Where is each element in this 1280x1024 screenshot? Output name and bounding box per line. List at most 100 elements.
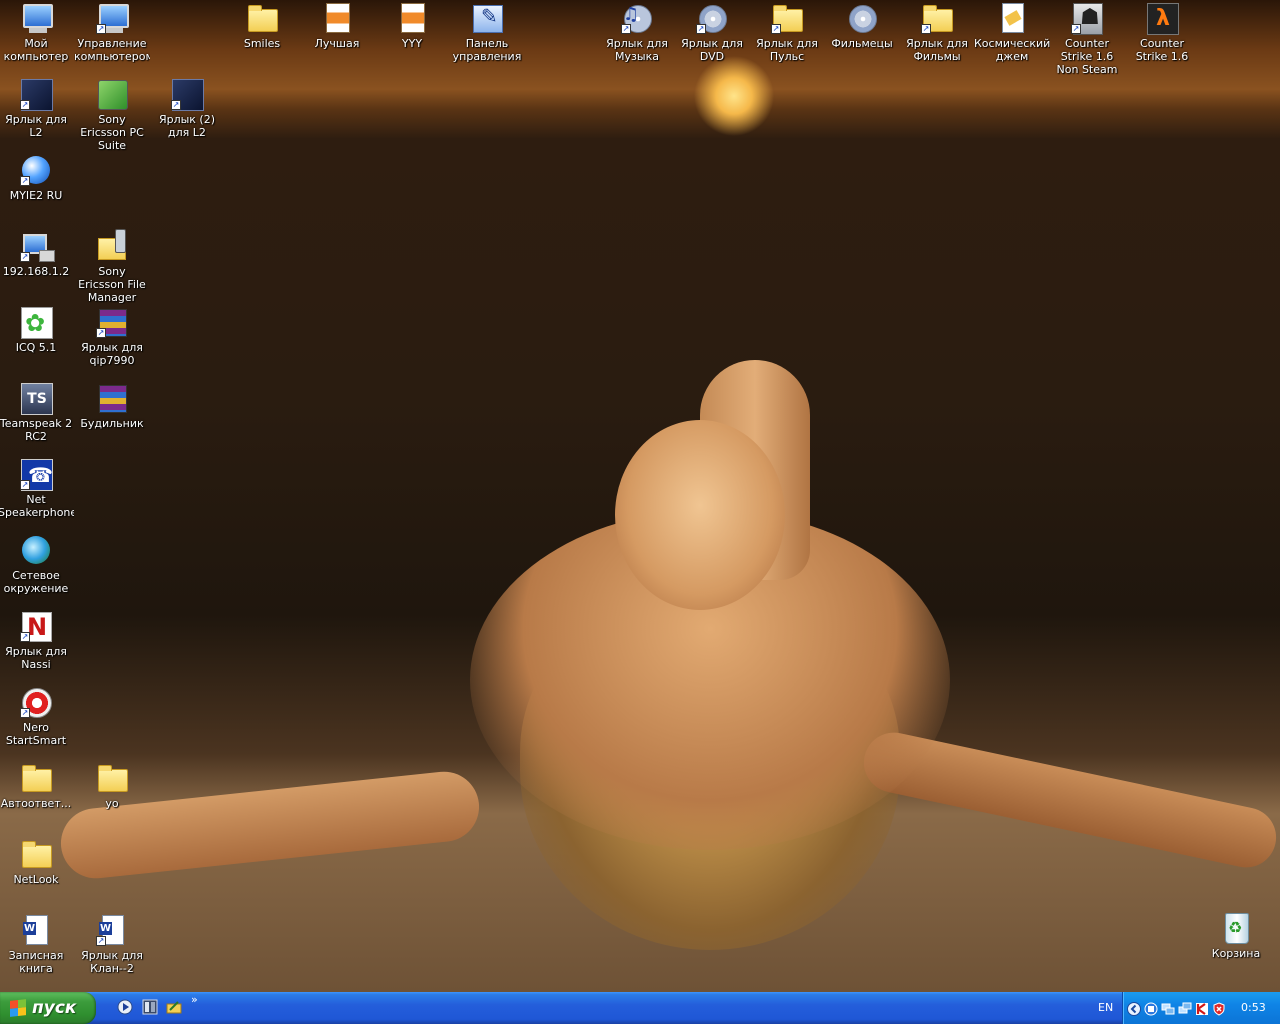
desktop-icon-cs-non-steam[interactable]: ↗ Counter Strike 1.6 Non Steam bbox=[1049, 2, 1125, 76]
desktop-icon-smiles[interactable]: Smiles bbox=[224, 2, 300, 50]
teamspeak-icon: TS bbox=[20, 382, 53, 415]
desktop-icon-label: YYY bbox=[401, 37, 423, 50]
desktop-icon-netlook[interactable]: NetLook bbox=[0, 838, 74, 886]
desktop-icon-yo[interactable]: yo bbox=[74, 762, 150, 810]
folder-arrow-icon[interactable] bbox=[166, 999, 182, 1015]
desktop-icon-music-shortcut[interactable]: ↗ Ярлык для Музыка bbox=[599, 2, 675, 63]
desktop-icon-sony-file-manager[interactable]: Sony Ericsson File Manager bbox=[74, 229, 150, 304]
desktop-icon-control-panel[interactable]: Панель управления bbox=[449, 2, 525, 63]
winrar-archive-icon bbox=[96, 382, 128, 414]
folder-icon bbox=[20, 762, 52, 794]
desktop-icon-network-computer[interactable]: ↗ 192.168.1.2 bbox=[0, 230, 74, 278]
image-file-icon bbox=[321, 2, 353, 34]
control-panel-icon bbox=[471, 2, 503, 34]
desktop-icon-label: Космический джем bbox=[974, 37, 1050, 63]
desktop-icon-l2-shortcut[interactable]: ↗ Ярлык для L2 bbox=[0, 78, 74, 139]
desktop-icon-label: Sony Ericsson File Manager bbox=[78, 265, 146, 304]
desktop-icon-sony-pc-suite[interactable]: Sony Ericsson PC Suite bbox=[74, 78, 150, 152]
desktop-icon-filmetsy[interactable]: Фильмецы bbox=[824, 2, 900, 50]
folder-icon: ↗ bbox=[921, 2, 953, 34]
folder-icon bbox=[96, 762, 128, 794]
desktop-icon-label: Лучшая bbox=[314, 37, 360, 50]
phone-icon: ↗ bbox=[20, 458, 53, 491]
windows-logo-icon bbox=[10, 999, 26, 1017]
desktop-icon-l2-shortcut-2[interactable]: ↗ Ярлык (2) для L2 bbox=[149, 78, 225, 139]
desktop-icon-label: 192.168.1.2 bbox=[2, 265, 70, 278]
computer-management-icon: ↗ bbox=[96, 2, 129, 34]
desktop-icon-kosmicheskiy-dzhem[interactable]: Космический джем bbox=[974, 2, 1050, 63]
desktop-icon-my-computer[interactable]: Мой компьютер bbox=[0, 2, 74, 63]
desktop-icon-label: Записная книга bbox=[8, 949, 64, 975]
antivirus-tray-icon[interactable] bbox=[1195, 1001, 1209, 1015]
desktop-icon-nassi-shortcut[interactable]: N ↗ Ярлык для Nassi bbox=[0, 610, 74, 671]
desktop-icon-teamspeak[interactable]: TS Teamspeak 2 RC2 bbox=[0, 382, 74, 443]
desktop-tiles-icon[interactable] bbox=[142, 999, 158, 1015]
desktop-icon-klan-shortcut[interactable]: ↗ Ярлык для Клан--2 bbox=[74, 914, 150, 975]
desktop-icon-icq[interactable]: ICQ 5.1 bbox=[0, 306, 74, 354]
dvd-drive-icon: ↗ bbox=[696, 2, 728, 34]
shield-tray-icon[interactable] bbox=[1212, 1001, 1226, 1016]
phone-folder-icon bbox=[96, 229, 128, 262]
desktop-icon-avtootvet[interactable]: Автоответ... bbox=[0, 762, 74, 810]
taskbar-clock[interactable]: 0:53 bbox=[1241, 1001, 1266, 1014]
desktop-icon-budilnik[interactable]: Будильник bbox=[74, 382, 150, 430]
language-indicator[interactable]: EN bbox=[1098, 1001, 1113, 1014]
cd-drive-icon bbox=[846, 2, 878, 34]
icq-flower-icon bbox=[20, 306, 53, 339]
desktop-icon-qip-shortcut[interactable]: ↗ Ярлык для qip7990 bbox=[74, 306, 150, 367]
desktop-icon-label: yo bbox=[105, 797, 119, 810]
myie2-browser-icon: ↗ bbox=[20, 154, 52, 186]
desktop-icon-label: ICQ 5.1 bbox=[15, 341, 57, 354]
desktop-icon-label: Управление компьютером bbox=[74, 37, 150, 63]
desktop-icon-puls-shortcut[interactable]: ↗ Ярлык для Пульс bbox=[749, 2, 825, 63]
desktop[interactable]: Мой компьютер ↗ Управление компьютером S… bbox=[0, 0, 1280, 992]
desktop-icon-label: Ярлык для Клан--2 bbox=[81, 949, 143, 975]
desktop-icon-label: Counter Strike 1.6 Non Steam bbox=[1056, 37, 1118, 76]
network-tray-icon-2[interactable] bbox=[1178, 1001, 1192, 1015]
media-file-icon bbox=[996, 2, 1028, 34]
desktop-icon-dvd-shortcut[interactable]: ↗ Ярлык для DVD bbox=[674, 2, 750, 63]
desktop-icon-luchshaya[interactable]: Лучшая bbox=[299, 2, 375, 50]
desktop-icon-label: Ярлык для Фильмы bbox=[906, 37, 968, 63]
winrar-archive-icon: ↗ bbox=[96, 306, 128, 338]
wallpaper-figure bbox=[615, 420, 785, 610]
desktop-icon-label: Панель управления bbox=[452, 37, 522, 63]
desktop-icon-recycle-bin[interactable]: Корзина bbox=[1198, 912, 1274, 960]
desktop-icon-computer-management[interactable]: ↗ Управление компьютером bbox=[74, 2, 150, 63]
desktop-icon-label: Ярлык для Nassi bbox=[5, 645, 67, 671]
word-document-icon bbox=[20, 914, 52, 946]
desktop-icon-filmy-shortcut[interactable]: ↗ Ярлык для Фильмы bbox=[899, 2, 975, 63]
music-icon: ↗ bbox=[621, 2, 653, 34]
desktop-icon-nero[interactable]: ↗ Nero StartSmart bbox=[0, 686, 74, 747]
start-button[interactable]: пуск bbox=[0, 992, 96, 1024]
network-places-icon bbox=[20, 534, 52, 566]
desktop-icon-label: Smiles bbox=[243, 37, 281, 50]
desktop-icon-label: Ярлык (2) для L2 bbox=[158, 113, 216, 139]
desktop-icon-myie2[interactable]: ↗ MYIE2 RU bbox=[0, 154, 74, 202]
desktop-icon-zapisnaya-kniga[interactable]: Записная книга bbox=[0, 914, 74, 975]
desktop-icon-label: Мой компьютер bbox=[3, 37, 69, 63]
tray-expand-icon[interactable] bbox=[1127, 1001, 1141, 1016]
desktop-icon-label: Сетевое окружение bbox=[3, 569, 69, 595]
desktop-icon-label: Ярлык для Музыка bbox=[606, 37, 668, 63]
desktop-icon-cs-16[interactable]: λ Counter Strike 1.6 bbox=[1124, 2, 1200, 63]
desktop-icon-label: Ярлык для DVD bbox=[681, 37, 743, 63]
desktop-icon-label: NetLook bbox=[13, 873, 59, 886]
sony-ericsson-pc-suite-icon bbox=[96, 78, 128, 110]
desktop-icon-network-places[interactable]: Сетевое окружение bbox=[0, 534, 74, 595]
myie-tray-icon[interactable] bbox=[1144, 1001, 1158, 1016]
desktop-icon-label: Автоответ... bbox=[0, 797, 72, 810]
lineage-icon: ↗ bbox=[171, 78, 204, 111]
desktop-icon-label: Counter Strike 1.6 bbox=[1135, 37, 1189, 63]
desktop-icon-yyy[interactable]: YYY bbox=[374, 2, 450, 50]
my-computer-icon bbox=[20, 2, 53, 34]
quick-launch-more-button[interactable]: » bbox=[191, 993, 198, 1006]
network-tray-icon[interactable] bbox=[1161, 1001, 1175, 1015]
media-player-icon[interactable] bbox=[117, 999, 133, 1015]
folder-icon bbox=[20, 838, 52, 870]
network-computer-icon: ↗ bbox=[20, 230, 55, 262]
desktop-icon-label: Teamspeak 2 RC2 bbox=[0, 417, 73, 443]
desktop-icon-label: Net Speakerphone bbox=[0, 493, 74, 519]
image-file-icon bbox=[396, 2, 428, 34]
desktop-icon-net-speakerphone[interactable]: ↗ Net Speakerphone bbox=[0, 458, 74, 519]
